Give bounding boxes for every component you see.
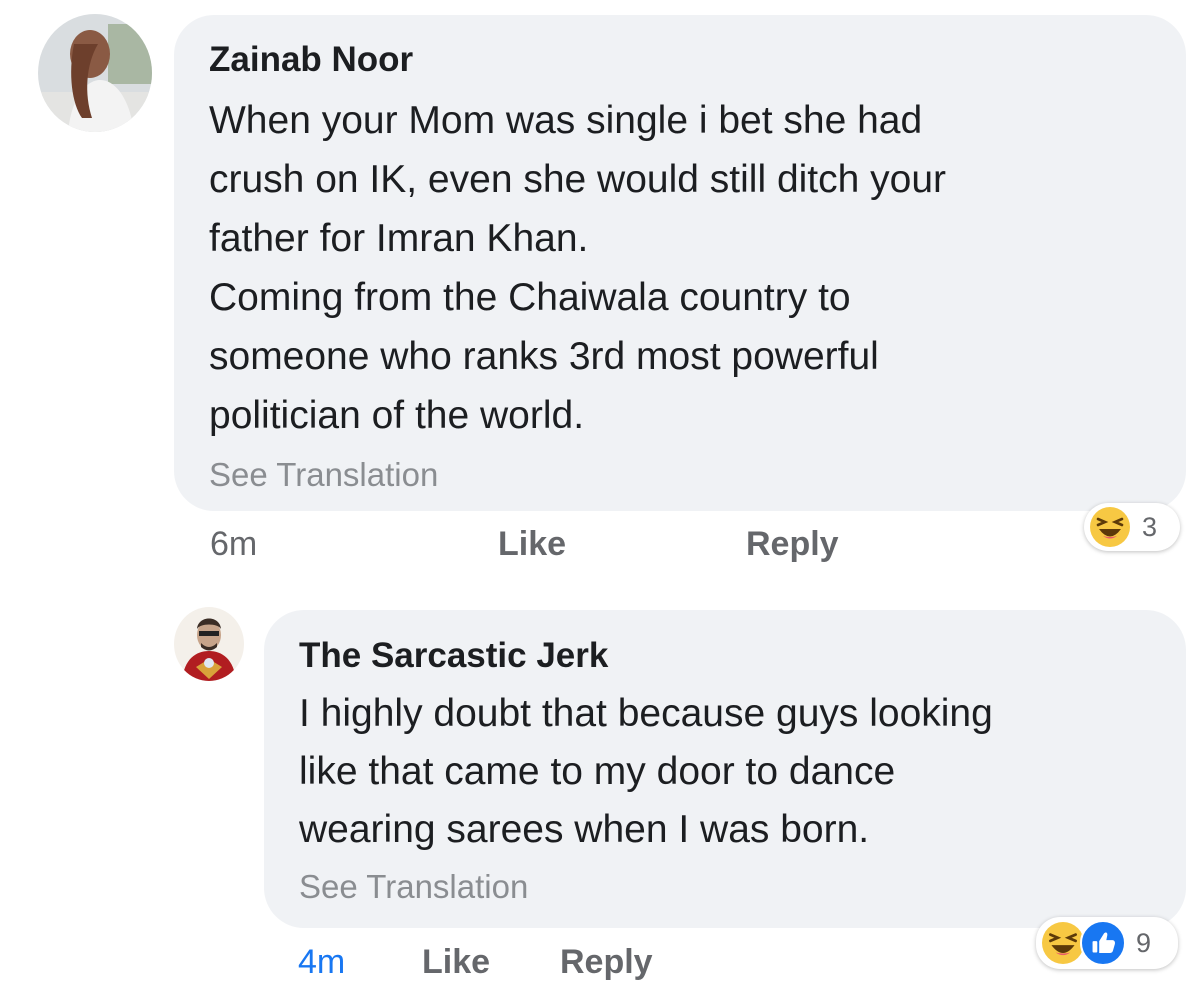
reply-button[interactable]: Reply bbox=[560, 940, 653, 984]
reaction-summary[interactable]: 9 bbox=[1036, 917, 1178, 969]
reaction-count: 9 bbox=[1136, 927, 1152, 958]
see-translation-link[interactable]: See Translation bbox=[209, 453, 1186, 497]
haha-icon bbox=[1090, 507, 1130, 547]
avatar-the-sarcastic-jerk[interactable] bbox=[174, 607, 244, 681]
reaction-count: 3 bbox=[1142, 511, 1158, 542]
haha-icon bbox=[1042, 922, 1084, 964]
like-button[interactable]: Like bbox=[498, 522, 566, 566]
reply-button[interactable]: Reply bbox=[746, 522, 839, 566]
comment-author[interactable]: The Sarcastic Jerk bbox=[299, 633, 1186, 679]
like-button[interactable]: Like bbox=[422, 940, 490, 984]
comment-timestamp[interactable]: 6m bbox=[210, 522, 257, 566]
comment-bubble-2: The Sarcastic Jerk I highly doubt that b… bbox=[264, 610, 1186, 928]
like-icon bbox=[1080, 920, 1126, 966]
comment-text: I highly doubt that because guys looking… bbox=[299, 692, 993, 851]
comment-text: When your Mom was single i bet she had c… bbox=[209, 99, 947, 437]
comment-bubble-1: Zainab Noor When your Mom was single i b… bbox=[174, 15, 1186, 511]
comment-author[interactable]: Zainab Noor bbox=[209, 37, 1186, 83]
avatar-zainab-noor[interactable] bbox=[38, 14, 152, 132]
see-translation-link[interactable]: See Translation bbox=[299, 865, 1186, 909]
reaction-summary[interactable]: 3 bbox=[1084, 503, 1180, 551]
comment-timestamp[interactable]: 4m bbox=[298, 940, 345, 984]
